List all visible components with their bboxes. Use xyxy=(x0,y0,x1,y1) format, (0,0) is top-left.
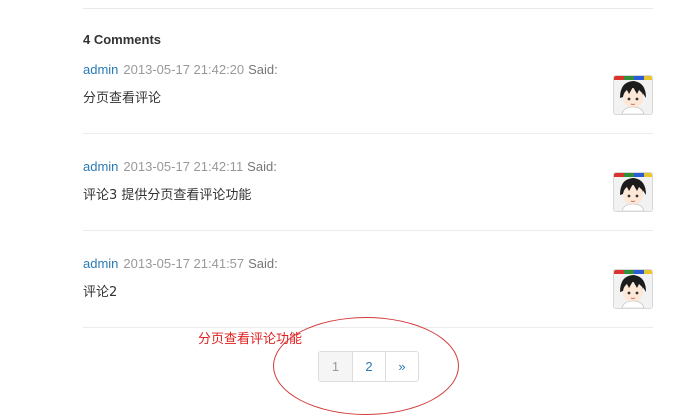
comment-said-label: Said: xyxy=(248,62,278,77)
comment-author-link[interactable]: admin xyxy=(83,256,118,271)
comment-divider xyxy=(83,133,653,134)
comment-said-label: Said: xyxy=(247,159,277,174)
comment-meta: admin 2013-05-17 21:42:20 Said: xyxy=(83,62,278,77)
avatar xyxy=(613,75,653,115)
pagination: 1 2 » xyxy=(318,351,419,382)
comment-text: 分页查看评论 xyxy=(83,91,162,106)
page-2-link[interactable]: 2 xyxy=(352,352,385,381)
avatar-image xyxy=(614,173,652,211)
comment-text: 评论3 提供分页查看评论功能 xyxy=(83,188,252,203)
divider xyxy=(83,8,653,9)
comment-meta: admin 2013-05-17 21:41:57 Said: xyxy=(83,256,278,271)
comments-count-heading: 4 Comments xyxy=(83,32,162,47)
next-page-link[interactable]: » xyxy=(385,352,418,381)
comment-meta: admin 2013-05-17 21:42:11 Said: xyxy=(83,159,277,174)
comment-author-link[interactable]: admin xyxy=(83,62,118,77)
avatar xyxy=(613,172,653,212)
comment-said-label: Said: xyxy=(248,256,278,271)
avatar xyxy=(613,269,653,309)
comment-divider xyxy=(83,230,653,231)
comment-author-link[interactable]: admin xyxy=(83,159,118,174)
page-1-current[interactable]: 1 xyxy=(319,352,352,381)
comment-date: 2013-05-17 21:42:20 xyxy=(123,62,245,77)
avatar-image xyxy=(614,76,652,114)
comment-date: 2013-05-17 21:41:57 xyxy=(123,256,245,271)
avatar-image xyxy=(614,270,652,308)
comments-page: 4 Comments admin 2013-05-17 21:42:20 Said:… xyxy=(0,0,690,417)
comment-text: 评论2 xyxy=(83,285,118,300)
comment-date: 2013-05-17 21:42:11 xyxy=(123,159,244,174)
